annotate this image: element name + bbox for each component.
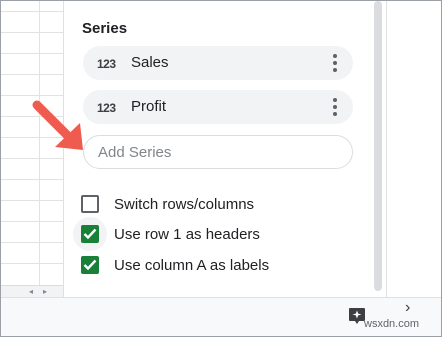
series-label: Profit xyxy=(131,98,167,115)
series-section-title: Series xyxy=(82,20,128,37)
chart-editor-window: ◂ ▸ Series 123 Sales 123 Profit Switch r… xyxy=(0,0,442,337)
checkmark-icon xyxy=(83,259,97,271)
add-series-field[interactable] xyxy=(83,135,353,169)
numeric-type-icon: 123 xyxy=(97,57,116,71)
chevron-right-icon[interactable]: › xyxy=(405,299,410,317)
red-arrow-annotation xyxy=(32,100,83,150)
series-label: Sales xyxy=(131,54,169,71)
checkbox-label: Switch rows/columns xyxy=(114,196,255,213)
watermark: wsxdn.com xyxy=(364,318,420,330)
bottom-bar xyxy=(1,297,441,336)
switch-rows-columns-checkbox[interactable] xyxy=(81,195,99,213)
more-options-icon[interactable] xyxy=(329,53,341,73)
checkbox-label: Use column A as labels xyxy=(114,257,270,274)
series-chip-profit[interactable]: 123 Profit xyxy=(83,90,353,124)
use-row-1-headers-checkbox[interactable] xyxy=(81,225,99,243)
use-column-a-labels-checkbox[interactable] xyxy=(81,256,99,274)
scroll-left-icon[interactable]: ◂ xyxy=(29,287,33,296)
more-options-icon[interactable] xyxy=(329,97,341,117)
checkmark-icon xyxy=(83,228,97,240)
checkbox-label: Use row 1 as headers xyxy=(114,226,260,243)
scroll-right-icon[interactable]: ▸ xyxy=(43,287,47,296)
panel-scrollbar-thumb[interactable] xyxy=(374,1,382,291)
numeric-type-icon: 123 xyxy=(97,101,116,115)
series-chip-sales[interactable]: 123 Sales xyxy=(83,46,353,80)
add-series-input[interactable] xyxy=(98,144,338,161)
